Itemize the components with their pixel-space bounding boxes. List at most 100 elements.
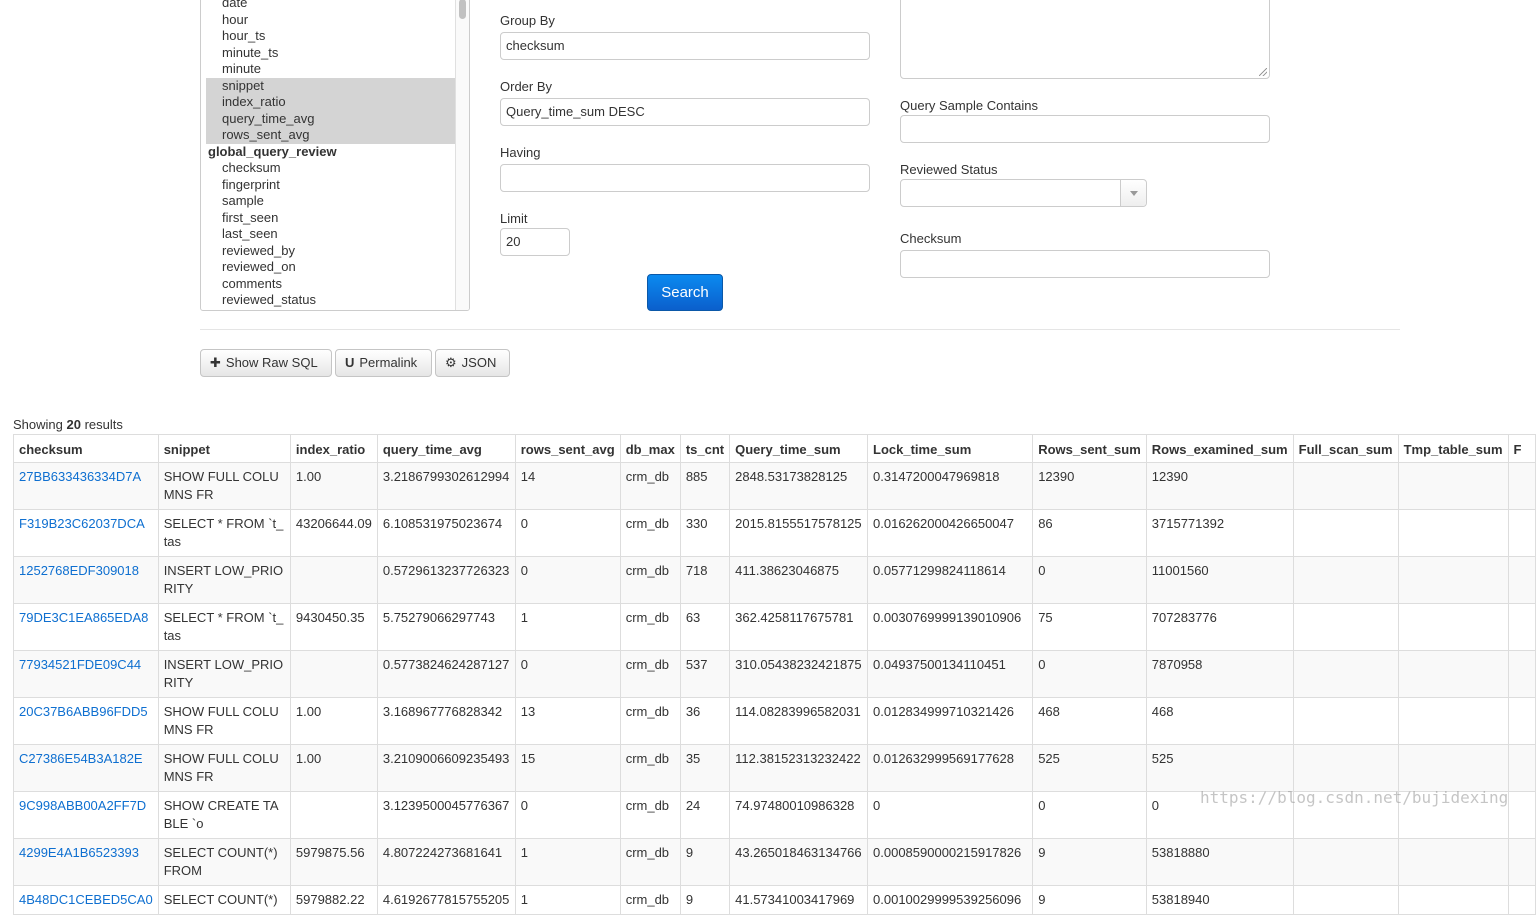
search-button[interactable]: Search — [647, 274, 723, 311]
columns-multiselect[interactable]: date hour hour_ts minute_ts minute snippet ind… — [200, 0, 470, 311]
column-option[interactable]: sample — [206, 193, 455, 210]
table-cell: 14 — [514, 462, 621, 510]
table-cell: 468 — [1032, 697, 1147, 745]
table-cell — [289, 791, 378, 839]
json-button[interactable]: ⚙ JSON — [435, 349, 510, 377]
column-option[interactable]: index_ratio — [206, 94, 455, 111]
column-option[interactable]: first_seen — [206, 210, 455, 227]
having-input[interactable] — [500, 164, 870, 192]
column-header[interactable]: Full_scan_sum — [1292, 434, 1399, 463]
table-cell — [1292, 697, 1399, 745]
table-cell: 0 — [514, 650, 621, 698]
table-cell: 718 — [679, 556, 731, 604]
table-cell: 53818880 — [1145, 838, 1294, 886]
table-cell: SELECT COUNT(*) FROM — [157, 838, 291, 886]
query-textarea[interactable] — [900, 0, 1270, 79]
checksum-link[interactable]: 4B48DC1CEBED5CA0 — [19, 892, 153, 907]
dropdown-toggle[interactable] — [1120, 180, 1146, 206]
column-header[interactable]: ts_cnt — [679, 434, 731, 463]
reviewed-status-select[interactable] — [900, 179, 1147, 207]
column-option[interactable]: snippet — [206, 77, 455, 94]
permalink-button[interactable]: U Permalink — [335, 349, 432, 377]
showing-count: 20 — [66, 417, 81, 432]
checksum-link[interactable]: 79DE3C1EA865EDA8 — [19, 610, 148, 625]
column-option[interactable]: hour_ts — [206, 28, 455, 45]
checksum-cell: 1252768EDF309018 — [13, 556, 159, 604]
table-cell — [1507, 462, 1536, 510]
scrollbar-thumb[interactable] — [459, 0, 466, 19]
column-header[interactable]: db_max — [619, 434, 681, 463]
column-header[interactable]: Tmp_table_sum — [1397, 434, 1509, 463]
column-option[interactable]: fingerprint — [206, 177, 455, 194]
checksum-cell: 27BB633436334D7A — [13, 462, 159, 510]
checksum-link[interactable]: C27386E54B3A182E — [19, 751, 143, 766]
column-option[interactable]: date — [206, 0, 455, 12]
resize-grip-icon[interactable] — [1259, 68, 1267, 76]
checksum-link[interactable]: 1252768EDF309018 — [19, 563, 139, 578]
column-header[interactable]: Rows_examined_sum — [1145, 434, 1294, 463]
column-header[interactable]: F — [1507, 434, 1536, 463]
checksum-link[interactable]: 27BB633436334D7A — [19, 469, 141, 484]
column-option[interactable]: checksum — [206, 160, 455, 177]
table-cell: SELECT * FROM `t_tas — [157, 603, 291, 651]
column-option[interactable]: last_seen — [206, 226, 455, 243]
table-cell — [1507, 838, 1536, 886]
table-cell — [1397, 697, 1509, 745]
table-cell: SELECT * FROM `t_tas — [157, 509, 291, 557]
table-cell: SHOW CREATE TABLE `o — [157, 791, 291, 839]
column-option[interactable]: hour — [206, 12, 455, 29]
checksum-link[interactable]: 77934521FDE09C44 — [19, 657, 141, 672]
table-cell: 12390 — [1145, 462, 1294, 510]
limit-input[interactable]: 20 — [500, 228, 570, 256]
column-option[interactable]: reviewed_status — [206, 292, 455, 309]
column-header[interactable]: index_ratio — [289, 434, 378, 463]
table-row: F319B23C62037DCA SELECT * FROM `t_tas 4320… — [13, 509, 1536, 557]
table-cell — [1507, 556, 1536, 604]
checksum-link[interactable]: 20C37B6ABB96FDD5 — [19, 704, 148, 719]
column-option[interactable]: reviewed_by — [206, 243, 455, 260]
columns-scrollbar[interactable] — [455, 0, 469, 310]
table-cell — [1397, 509, 1509, 557]
column-header[interactable]: Query_time_sum — [729, 434, 869, 463]
order-by-input[interactable]: Query_time_sum DESC — [500, 98, 870, 126]
column-header[interactable]: rows_sent_avg — [514, 434, 621, 463]
table-cell: SHOW FULL COLUMNS FR — [157, 744, 291, 792]
table-row: 1252768EDF309018 INSERT LOW_PRIORITY 0.572… — [13, 556, 1536, 604]
table-cell: 53818940 — [1145, 885, 1294, 915]
table-cell: 525 — [1032, 744, 1147, 792]
show-raw-sql-button[interactable]: ✚ Show Raw SQL — [200, 349, 332, 377]
column-option[interactable]: comments — [206, 276, 455, 293]
table-cell: 9430450.35 — [289, 603, 378, 651]
table-cell: 362.4258117675781 — [729, 603, 869, 651]
checksum-cell: 9C998ABB00A2FF7D — [13, 791, 159, 839]
table-cell — [1507, 885, 1536, 915]
column-header[interactable]: checksum — [13, 434, 159, 463]
table-cell — [1397, 462, 1509, 510]
checksum-cell: F319B23C62037DCA — [13, 509, 159, 557]
column-header[interactable]: Lock_time_sum — [867, 434, 1034, 463]
checksum-input[interactable] — [900, 250, 1270, 278]
column-option[interactable]: query_time_avg — [206, 110, 455, 127]
table-cell: 63 — [679, 603, 731, 651]
checksum-link[interactable]: F319B23C62037DCA — [19, 516, 145, 531]
checksum-link[interactable]: 9C998ABB00A2FF7D — [19, 798, 146, 813]
table-row: 4B48DC1CEBED5CA0 SELECT COUNT(*) 5979882.2… — [13, 885, 1536, 915]
table-cell: 5.75279066297743 — [376, 603, 516, 651]
query-sample-input[interactable] — [900, 115, 1270, 143]
column-option[interactable]: minute_ts — [206, 45, 455, 62]
column-header[interactable]: snippet — [157, 434, 291, 463]
column-option[interactable]: rows_sent_avg — [206, 127, 455, 144]
table-cell: 1 — [514, 838, 621, 886]
checksum-link[interactable]: 4299E4A1B6523393 — [19, 845, 139, 860]
table-cell — [1507, 509, 1536, 557]
column-header[interactable]: query_time_avg — [376, 434, 516, 463]
group-by-input[interactable]: checksum — [500, 32, 870, 60]
column-option[interactable]: minute — [206, 61, 455, 78]
table-cell: 0 — [514, 791, 621, 839]
column-header[interactable]: Rows_sent_sum — [1032, 434, 1147, 463]
checksum-cell: 20C37B6ABB96FDD5 — [13, 697, 159, 745]
table-cell — [1507, 791, 1536, 839]
table-cell — [1292, 744, 1399, 792]
table-cell: 707283776 — [1145, 603, 1294, 651]
column-option[interactable]: reviewed_on — [206, 259, 455, 276]
